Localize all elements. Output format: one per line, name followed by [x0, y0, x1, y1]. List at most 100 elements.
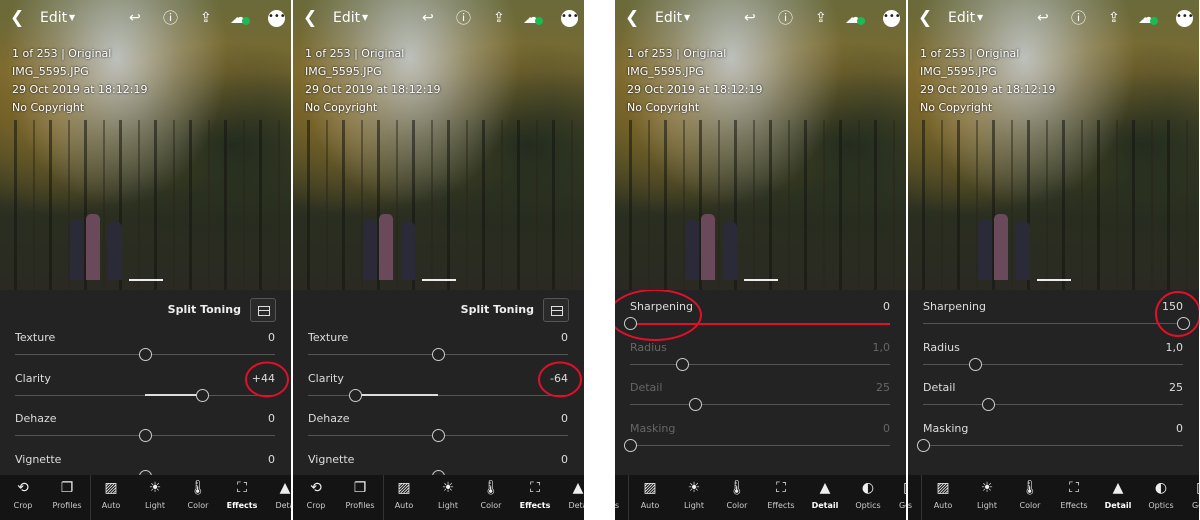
photo-preview[interactable]	[615, 0, 906, 290]
split-toning-toggle-button[interactable]	[250, 298, 276, 322]
slider-thumb-masking[interactable]	[917, 438, 930, 452]
tool-detail-triangle[interactable]: ▲ Deta	[263, 475, 291, 510]
photo-preview[interactable]	[0, 0, 291, 290]
slider-thumb-clarity[interactable]	[348, 388, 362, 402]
slider-value-radius[interactable]: 1,0	[873, 341, 891, 354]
photo-preview[interactable]	[293, 0, 584, 290]
help-icon[interactable]: ⓘ	[778, 8, 793, 28]
more-icon[interactable]: •••	[268, 10, 286, 27]
tool-sun[interactable]: ☀ Light	[426, 475, 470, 510]
slider-thumb-texture[interactable]	[432, 348, 445, 361]
tool-geometry[interactable]: ▯Geo	[885, 475, 906, 510]
photo-preview[interactable]	[908, 0, 1199, 290]
edit-mode-menu[interactable]: Edit	[333, 8, 360, 28]
slider-value-clarity[interactable]: -64	[550, 372, 568, 385]
split-toning-toggle-button[interactable]	[543, 298, 569, 322]
tool-auto[interactable]: ▨ Auto	[382, 475, 426, 510]
slider-thumb-sharpening[interactable]	[1177, 317, 1190, 330]
tool-detail-triangle[interactable]: ▲ Detail	[803, 475, 847, 510]
share-icon[interactable]: ⇪	[1108, 8, 1120, 28]
slider-thumb-detail[interactable]	[982, 398, 995, 411]
cloud-sync-icon[interactable]: ☁	[845, 8, 865, 28]
tool-crop[interactable]: ⟲ Crop	[1, 475, 45, 510]
cloud-sync-icon[interactable]: ☁	[230, 8, 250, 28]
tool-optics[interactable]: ◐ Optics	[846, 475, 890, 510]
slider-value-masking[interactable]: 0	[1176, 422, 1183, 435]
slider-value-texture[interactable]: 0	[561, 331, 568, 344]
slider-track-radius[interactable]	[923, 363, 1183, 365]
tool-detail-triangle[interactable]: ▲ Detail	[1096, 475, 1140, 510]
slider-value-detail[interactable]: 25	[876, 381, 890, 394]
tool-sun[interactable]: ☀ Light	[672, 475, 716, 510]
slider-track-sharpening[interactable]	[630, 323, 890, 325]
slider-track-detail[interactable]	[923, 404, 1183, 405]
slider-track-masking[interactable]	[630, 444, 890, 446]
tool-optics[interactable]: ◐ Optics	[1139, 475, 1183, 510]
edit-mode-menu[interactable]: Edit	[655, 8, 682, 28]
tool-effects[interactable]: ⛶ Effects	[1052, 475, 1096, 510]
slider-track-clarity[interactable]	[308, 394, 568, 396]
tool-geometry[interactable]: ▯Geo	[1178, 475, 1199, 510]
share-icon[interactable]: ⇪	[815, 8, 827, 28]
help-icon[interactable]: ⓘ	[456, 8, 471, 28]
slider-value-vignette[interactable]: 0	[268, 453, 275, 466]
section-title-split-toning[interactable]: Split Toning	[461, 303, 534, 316]
tool-auto[interactable]: ▨ Auto	[89, 475, 133, 510]
tool-crop[interactable]: ⟲ Crop	[294, 475, 338, 510]
help-icon[interactable]: ⓘ	[163, 8, 178, 28]
share-icon[interactable]: ⇪	[200, 8, 212, 28]
undo-icon[interactable]: ↩	[1037, 8, 1049, 28]
back-icon[interactable]: ❮	[10, 8, 24, 28]
slider-thumb-dehaze[interactable]	[139, 429, 152, 442]
edit-mode-menu[interactable]: Edit	[40, 8, 67, 28]
tool-profiles[interactable]: ❐ Profiles	[338, 475, 382, 510]
tool-auto[interactable]: ▨ Auto	[628, 475, 672, 510]
undo-icon[interactable]: ↩	[129, 8, 141, 28]
undo-icon[interactable]: ↩	[422, 8, 434, 28]
tool-profiles[interactable]: ❐ Profiles	[45, 475, 89, 510]
tool-thermometer[interactable]: 🌡 Color	[715, 475, 759, 510]
slider-track-masking[interactable]	[923, 444, 1183, 446]
slider-thumb-clarity[interactable]	[196, 388, 210, 402]
slider-value-radius[interactable]: 1,0	[1166, 341, 1184, 354]
cloud-sync-icon[interactable]: ☁	[1138, 8, 1158, 28]
slider-value-vignette[interactable]: 0	[561, 453, 568, 466]
tool-effects[interactable]: ⛶ Effects	[513, 475, 557, 510]
slider-thumb-radius[interactable]	[969, 357, 982, 371]
slider-thumb-radius[interactable]	[676, 357, 689, 371]
back-icon[interactable]: ❮	[625, 8, 639, 28]
tool-thermometer[interactable]: 🌡 Color	[176, 475, 220, 510]
slider-value-detail[interactable]: 25	[1169, 381, 1183, 394]
slider-value-sharpening[interactable]: 0	[883, 300, 890, 313]
cloud-sync-icon[interactable]: ☁	[523, 8, 543, 28]
tool-sun[interactable]: ☀ Light	[965, 475, 1009, 510]
back-icon[interactable]: ❮	[918, 8, 932, 28]
tool-auto[interactable]: ▨ Auto	[921, 475, 965, 510]
tool-detail-triangle[interactable]: ▲ Deta	[556, 475, 584, 510]
more-icon[interactable]: •••	[561, 10, 579, 27]
slider-value-sharpening[interactable]: 150	[1162, 300, 1183, 313]
undo-icon[interactable]: ↩	[744, 8, 756, 28]
slider-value-masking[interactable]: 0	[883, 422, 890, 435]
tool-thermometer[interactable]: 🌡 Color	[469, 475, 513, 510]
tool-effects[interactable]: ⛶ Effects	[220, 475, 264, 510]
slider-value-dehaze[interactable]: 0	[268, 412, 275, 425]
slider-track-detail[interactable]	[630, 404, 890, 405]
back-icon[interactable]: ❮	[303, 8, 317, 28]
slider-value-clarity[interactable]: +44	[252, 372, 275, 385]
slider-thumb-texture[interactable]	[139, 348, 152, 361]
slider-thumb-dehaze[interactable]	[432, 429, 445, 442]
more-icon[interactable]: •••	[1176, 10, 1194, 27]
slider-value-texture[interactable]: 0	[268, 331, 275, 344]
tool-thermometer[interactable]: 🌡 Color	[1008, 475, 1052, 510]
slider-thumb-sharpening[interactable]	[624, 317, 637, 330]
share-icon[interactable]: ⇪	[493, 8, 505, 28]
help-icon[interactable]: ⓘ	[1071, 8, 1086, 28]
edit-mode-menu[interactable]: Edit	[948, 8, 975, 28]
slider-track-radius[interactable]	[630, 363, 890, 365]
slider-value-dehaze[interactable]: 0	[561, 412, 568, 425]
more-icon[interactable]: •••	[883, 10, 901, 27]
slider-track-sharpening[interactable]	[923, 323, 1183, 324]
slider-thumb-masking[interactable]	[624, 438, 637, 452]
slider-thumb-detail[interactable]	[689, 398, 702, 411]
